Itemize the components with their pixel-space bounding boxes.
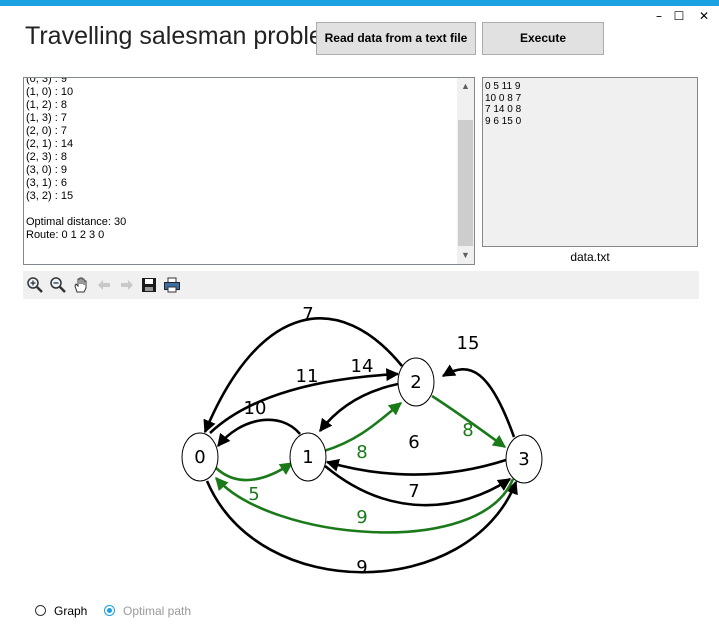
read-file-button[interactable]: Read data from a text file: [316, 22, 476, 55]
edge-0-1: [215, 461, 294, 482]
edge-weight-label-2-3: 8: [462, 420, 473, 441]
edge-weight-label-0-2: 11: [296, 366, 319, 387]
graph-node-label-1: 1: [302, 447, 313, 468]
data-file-label: data.txt: [570, 250, 610, 264]
edge-weight-label-3-2: 15: [457, 333, 480, 354]
data-file-line: 7 14 0 8: [485, 104, 522, 115]
edge-weight-label-3-1: 6: [408, 432, 419, 453]
data-file-textbox[interactable]: 0 5 11 9 10 0 8 77 14 0 89 6 15 0: [482, 77, 698, 247]
graph-toolbar: [23, 271, 699, 299]
radio-optimal-path-label: Optimal path: [123, 604, 192, 618]
scroll-up-icon[interactable]: ▲: [457, 78, 474, 95]
execute-button[interactable]: Execute: [482, 22, 604, 55]
back-arrow-icon[interactable]: [95, 276, 113, 294]
scroll-down-icon[interactable]: ▼: [457, 247, 474, 264]
output-line: (3, 2) : 15: [26, 190, 74, 202]
output-line: (3, 0) : 9: [26, 164, 67, 176]
zoom-out-icon[interactable]: [49, 276, 67, 294]
scroll-thumb[interactable]: [458, 120, 473, 246]
output-line: (1, 0) : 10: [26, 86, 74, 98]
output-line: Route: 0 1 2 3 0: [26, 229, 105, 241]
output-line: (3, 1) : 6: [26, 177, 67, 189]
edge-weight-label-1-2: 8: [356, 442, 367, 463]
data-file-line: 10 0 8 7: [485, 92, 522, 104]
data-file-line: 0 5 11 9: [485, 81, 521, 92]
edge-weight-label-0-3: 9: [356, 557, 367, 578]
radio-graph-label: Graph: [54, 604, 88, 618]
output-line: (1, 3) : 7: [26, 112, 67, 124]
data-file-text: 0 5 11 9 10 0 8 77 14 0 89 6 15 0: [485, 81, 521, 127]
page-title: Travelling salesman problem: [25, 22, 344, 50]
minimize-icon[interactable]: –: [648, 8, 670, 24]
edge-2-1: [318, 382, 399, 433]
tsp-graph: 51191087714896150 123: [181, 304, 543, 578]
edge-1-0: [216, 418, 301, 448]
edge-weight-label-2-0: 7: [302, 304, 313, 325]
print-icon[interactable]: [163, 276, 181, 294]
output-textbox[interactable]: (0, 3) : 9 (1, 0) : 10 (1, 2) : 8 (1, 3) : …: [23, 77, 475, 265]
output-line: (2, 1) : 14: [26, 138, 74, 150]
edge-weight-label-1-3: 7: [408, 481, 419, 502]
edge-3-1: [325, 458, 507, 476]
output-line: Optimal distance: 30: [26, 216, 127, 228]
output-line: (0, 3) : 9: [26, 77, 67, 85]
forward-arrow-icon[interactable]: [118, 276, 136, 294]
graph-node-label-2: 2: [410, 372, 421, 393]
data-file-line: 9 6 15 0: [485, 115, 522, 127]
edge-weight-label-1-0: 10: [244, 398, 267, 419]
window-accent-bar: [0, 0, 719, 6]
graph-node-label-0: 0: [194, 447, 205, 468]
zoom-in-icon[interactable]: [26, 276, 44, 294]
output-line: (2, 0) : 7: [26, 125, 67, 137]
save-icon[interactable]: [140, 276, 158, 294]
output-line: (1, 2) : 8: [26, 99, 67, 111]
pan-hand-icon[interactable]: [72, 276, 90, 294]
close-icon[interactable]: ✕: [693, 8, 715, 24]
edge-weight-label-2-1: 14: [351, 356, 374, 377]
maximize-icon[interactable]: ☐: [668, 8, 690, 24]
output-text: (0, 3) : 9 (1, 0) : 10 (1, 2) : 8 (1, 3) : …: [26, 77, 456, 242]
edge-weight-label-3-0: 9: [356, 507, 367, 528]
output-line: (2, 3) : 8: [26, 151, 67, 163]
graph-node-label-3: 3: [518, 449, 529, 470]
output-scrollbar[interactable]: ▲ ▼: [457, 78, 474, 264]
